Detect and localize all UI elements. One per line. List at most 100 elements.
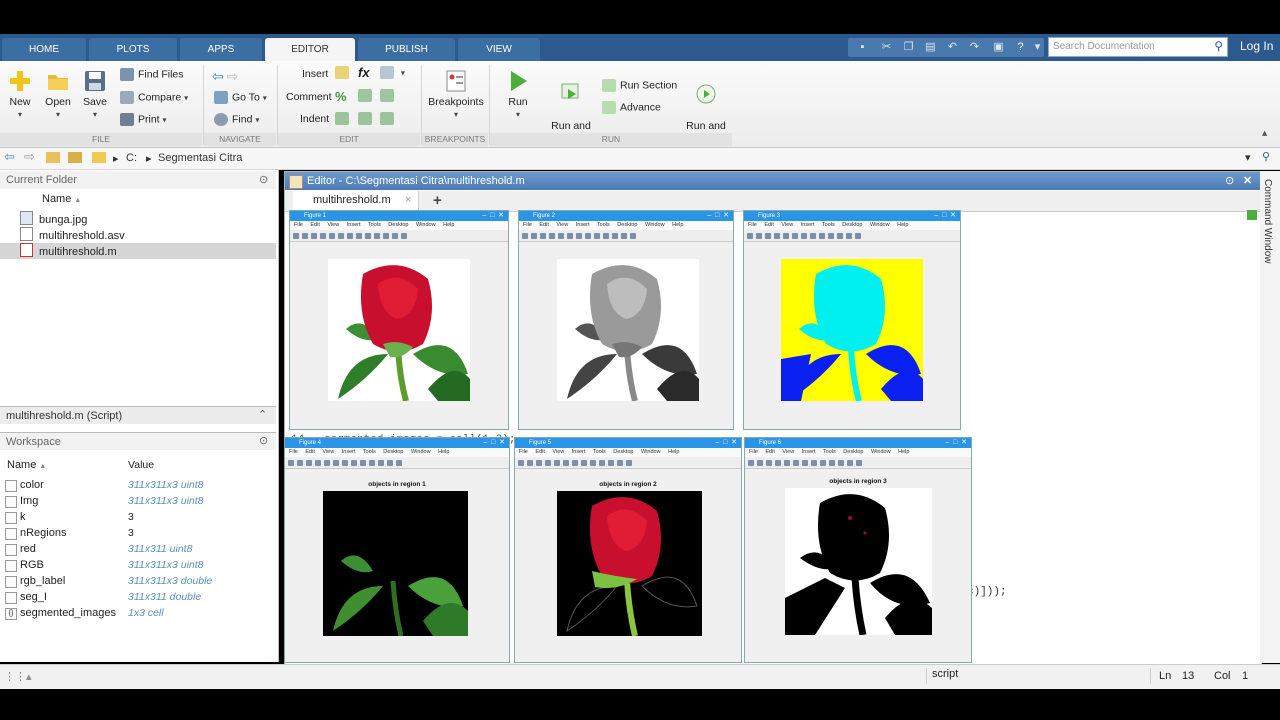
figure-toolbar[interactable] xyxy=(290,230,508,242)
figure-menubar[interactable]: File Edit View Insert Tools Desktop Wind… xyxy=(290,221,508,230)
collapse-icon[interactable]: ⌃ xyxy=(258,408,267,421)
window-controls[interactable]: – □ ✕ xyxy=(934,211,956,221)
figure-toolbar[interactable] xyxy=(285,457,509,469)
table-row[interactable]: RGB 311x311x3 uint8 xyxy=(0,557,276,573)
advance-button[interactable]: Advance xyxy=(602,101,661,114)
breakpoints-button[interactable]: Breakpoints ▾ xyxy=(428,69,484,120)
back-forward-buttons[interactable]: ⇦ ⇨ xyxy=(212,68,238,85)
window-controls[interactable]: – □ ✕ xyxy=(707,211,729,221)
figure-toolbar[interactable] xyxy=(519,230,733,242)
code-line[interactable]: c)])); xyxy=(967,586,1007,598)
switch-windows-icon[interactable]: ▣ xyxy=(992,41,1005,54)
table-row[interactable]: Img 311x311x3 uint8 xyxy=(0,493,276,509)
table-row[interactable]: k3 xyxy=(0,509,276,525)
tab-editor[interactable]: EDITOR xyxy=(265,38,355,61)
name-column-header[interactable]: Name ▲ xyxy=(42,193,81,205)
uncomment-icon[interactable] xyxy=(358,89,376,102)
search-icon[interactable]: ⚲ xyxy=(1214,39,1223,53)
tab-view[interactable]: VIEW xyxy=(458,38,540,61)
add-tab-button[interactable]: + xyxy=(433,192,442,209)
window-controls[interactable]: – □ ✕ xyxy=(482,211,504,221)
path-drive[interactable]: C: xyxy=(126,152,137,164)
figure-window[interactable]: Figure 6 – □ ✕ File Edit View Insert Tool… xyxy=(744,437,972,663)
close-icon[interactable]: ✕ xyxy=(1243,172,1252,190)
up-folder-icon[interactable] xyxy=(46,152,60,166)
table-row[interactable]: color 311x311x3 uint8 xyxy=(0,477,276,493)
back-icon[interactable]: ⇦ xyxy=(212,68,224,84)
open-button[interactable]: Open ▾ xyxy=(42,69,74,120)
paste-icon[interactable]: ▤ xyxy=(924,41,937,54)
table-row[interactable]: seg_I 311x311 double xyxy=(0,589,276,605)
panel-options-icon[interactable]: ⊙ xyxy=(259,434,268,447)
window-controls[interactable]: – □ ✕ xyxy=(715,438,737,448)
insert-code-icon[interactable]: ▾ xyxy=(380,66,405,79)
decrease-indent-icon[interactable] xyxy=(380,112,398,125)
cut-icon[interactable]: ✂ xyxy=(880,41,893,54)
workspace-value-header[interactable]: Value xyxy=(128,457,154,473)
forward-icon[interactable]: ⇨ xyxy=(24,149,35,165)
close-tab-icon[interactable]: × xyxy=(405,194,411,206)
window-controls[interactable]: – □ ✕ xyxy=(945,438,967,448)
help-icon[interactable]: ? xyxy=(1014,41,1027,54)
table-row[interactable]: {} segmented_images 1x3 cell xyxy=(0,605,276,621)
print-button[interactable]: Print ▾ xyxy=(120,113,167,126)
search-icon[interactable]: ⚲ xyxy=(1262,150,1270,163)
list-item[interactable]: multihreshold.asv xyxy=(20,227,125,243)
browse-folder-icon[interactable] xyxy=(68,152,82,166)
table-row[interactable]: rgb_label 311x311x3 double xyxy=(0,573,276,589)
save-button[interactable]: Save ▾ xyxy=(80,69,110,120)
forward-icon[interactable]: ⇨ xyxy=(227,68,239,84)
figure-window[interactable]: Figure 3 – □ ✕ File Edit View Insert Tool… xyxy=(743,210,961,430)
editor-file-tab[interactable]: multihreshold.m × xyxy=(293,191,419,211)
command-window-tab[interactable]: Command Window xyxy=(1260,171,1280,663)
path-folder[interactable]: Segmentasi Citra xyxy=(158,152,242,164)
save-icon[interactable]: ▪ xyxy=(856,41,869,54)
path-dropdown-icon[interactable]: ▾ xyxy=(1245,151,1251,164)
undo-icon[interactable]: ↶ xyxy=(946,41,959,54)
find-files-button[interactable]: Find Files xyxy=(120,68,184,81)
find-button[interactable]: Find ▾ xyxy=(214,113,259,126)
chevron-down-icon[interactable]: ▾ xyxy=(1031,41,1044,54)
tab-plots[interactable]: PLOTS xyxy=(89,38,177,61)
list-item-selected[interactable]: multihreshold.m xyxy=(0,243,276,259)
figure-window[interactable]: Figure 1 – □ ✕ File Edit View Insert Tool… xyxy=(289,210,509,430)
search-documentation-input[interactable]: Search Documentation ⚲ xyxy=(1048,37,1228,57)
insert-section-icon[interactable] xyxy=(335,66,353,79)
copy-icon[interactable]: ❐ xyxy=(902,41,915,54)
table-row[interactable]: red 311x311 uint8 xyxy=(0,541,276,557)
wrap-comments-icon[interactable] xyxy=(380,89,398,102)
new-button[interactable]: New ▾ xyxy=(6,69,34,120)
figure-menubar[interactable]: File Edit View Insert Tools Desktop Wind… xyxy=(745,448,971,457)
login-link[interactable]: Log In xyxy=(1240,39,1273,53)
table-row[interactable]: nRegions 3 xyxy=(0,525,276,541)
increase-indent-icon[interactable] xyxy=(358,112,376,125)
collapse-ribbon-icon[interactable]: ▴ xyxy=(1262,127,1267,139)
panel-options-icon[interactable]: ⊙ xyxy=(259,173,268,186)
figure-toolbar[interactable] xyxy=(745,457,971,469)
compare-button[interactable]: Compare ▾ xyxy=(120,91,188,104)
run-section-button[interactable]: Run Section xyxy=(602,79,677,92)
window-controls[interactable]: – □ ✕ xyxy=(483,438,505,448)
comment-percent-icon[interactable]: % xyxy=(335,89,347,104)
figure-window[interactable]: Figure 4 – □ ✕ File Edit View Insert Tool… xyxy=(284,437,510,663)
tab-publish[interactable]: PUBLISH xyxy=(358,38,455,61)
tab-apps[interactable]: APPS xyxy=(180,38,262,61)
figure-menubar[interactable]: File Edit View Insert Tools Desktop Wind… xyxy=(744,221,960,230)
figure-menubar[interactable]: File Edit View Insert Tools Desktop Wind… xyxy=(515,448,741,457)
smart-indent-icon[interactable] xyxy=(335,112,353,125)
figure-toolbar[interactable] xyxy=(515,457,741,469)
go-to-button[interactable]: Go To ▾ xyxy=(214,91,267,104)
figure-window[interactable]: Figure 5 – □ ✕ File Edit View Insert Tool… xyxy=(514,437,742,663)
tab-home[interactable]: HOME xyxy=(2,38,86,61)
workspace-name-header[interactable]: Name ▲ xyxy=(7,457,46,475)
list-item[interactable]: bunga.jpg xyxy=(20,211,87,227)
redo-icon[interactable]: ↷ xyxy=(968,41,981,54)
figure-menubar[interactable]: File Edit View Insert Tools Desktop Wind… xyxy=(285,448,509,457)
figure-toolbar[interactable] xyxy=(744,230,960,242)
run-button[interactable]: Run ▾ xyxy=(500,69,536,120)
figure-menubar[interactable]: File Edit View Insert Tools Desktop Wind… xyxy=(519,221,733,230)
insert-function-button[interactable]: fx xyxy=(358,65,370,80)
figure-window[interactable]: Figure 2 – □ ✕ File Edit View Insert Tool… xyxy=(518,210,734,430)
back-icon[interactable]: ⇦ xyxy=(4,149,15,165)
panel-options-icon[interactable]: ⊙ xyxy=(1225,172,1234,190)
